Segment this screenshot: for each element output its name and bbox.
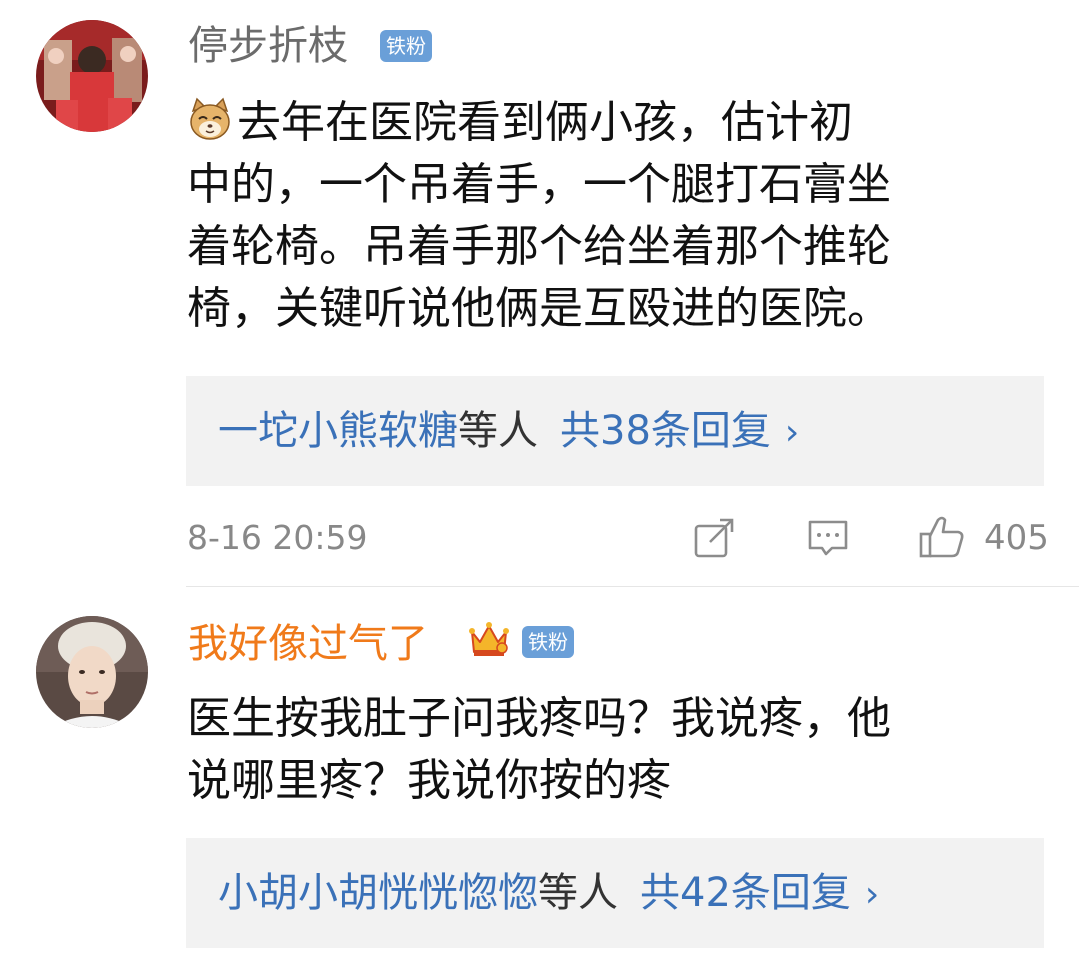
comment-line: 说哪里疼？我说你按的疼 xyxy=(187,755,671,806)
reply-count-link[interactable]: 共38条回复 xyxy=(560,408,771,454)
reply-count-link[interactable]: 共42条回复 xyxy=(640,870,851,916)
crown-icon xyxy=(468,618,510,660)
username[interactable]: 我好像过气了 xyxy=(188,620,428,668)
comment-line: 中的，一个吊着手，一个腿打石膏坐 xyxy=(187,159,891,210)
reply-summary-text[interactable]: 一坨小熊软糖等人 共38条回复 › xyxy=(218,406,799,458)
comment-line: 椅，关键听说他俩是互殴进的医院。 xyxy=(187,283,891,334)
chevron-right-icon[interactable]: › xyxy=(865,874,879,915)
comment-line: 着轮椅。吊着手那个给坐着那个推轮 xyxy=(187,221,891,272)
fan-badge: 铁粉 xyxy=(522,626,574,658)
avatar[interactable] xyxy=(36,20,148,132)
cat-face-icon xyxy=(187,97,233,143)
like-count: 405 xyxy=(984,518,1049,558)
reply-user-names[interactable]: 小胡小胡恍恍惚惚 xyxy=(218,870,538,916)
comment-line: 医生按我肚子问我疼吗？我说疼，他 xyxy=(187,693,891,744)
comment-text: 医生按我肚子问我疼吗？我说疼，他 说哪里疼？我说你按的疼 xyxy=(187,688,1037,812)
comment-text: 去年在医院看到俩小孩，估计初 中的，一个吊着手，一个腿打石膏坐 着轮椅。吊着手那… xyxy=(187,92,1037,340)
comment-line: 去年在医院看到俩小孩，估计初 xyxy=(187,92,1037,154)
username[interactable]: 停步折枝 xyxy=(188,22,348,70)
divider xyxy=(186,586,1079,587)
comment-line-text: 去年在医院看到俩小孩，估计初 xyxy=(237,97,853,148)
reply-summary[interactable]: 一坨小熊软糖等人 共38条回复 › xyxy=(186,376,1044,486)
comment-list: 停步折枝 铁粉 去年在医院看到俩小孩，估计初 中的，一个吊着手，一个腿打石膏坐 … xyxy=(0,0,1079,969)
reply-others-label: 等人 xyxy=(458,408,538,454)
chevron-right-icon[interactable]: › xyxy=(785,412,799,453)
reply-user-names[interactable]: 一坨小熊软糖 xyxy=(218,408,458,454)
like-icon[interactable] xyxy=(918,512,966,560)
reply-summary[interactable]: 小胡小胡恍恍惚惚等人 共42条回复 › xyxy=(186,838,1044,948)
avatar[interactable] xyxy=(36,616,148,728)
comment-icon[interactable] xyxy=(806,516,850,560)
share-icon[interactable] xyxy=(692,516,736,560)
comment-time: 8-16 20:59 xyxy=(187,518,368,557)
reply-others-label: 等人 xyxy=(538,870,618,916)
fan-badge: 铁粉 xyxy=(380,30,432,62)
reply-summary-text[interactable]: 小胡小胡恍恍惚惚等人 共42条回复 › xyxy=(218,868,879,920)
